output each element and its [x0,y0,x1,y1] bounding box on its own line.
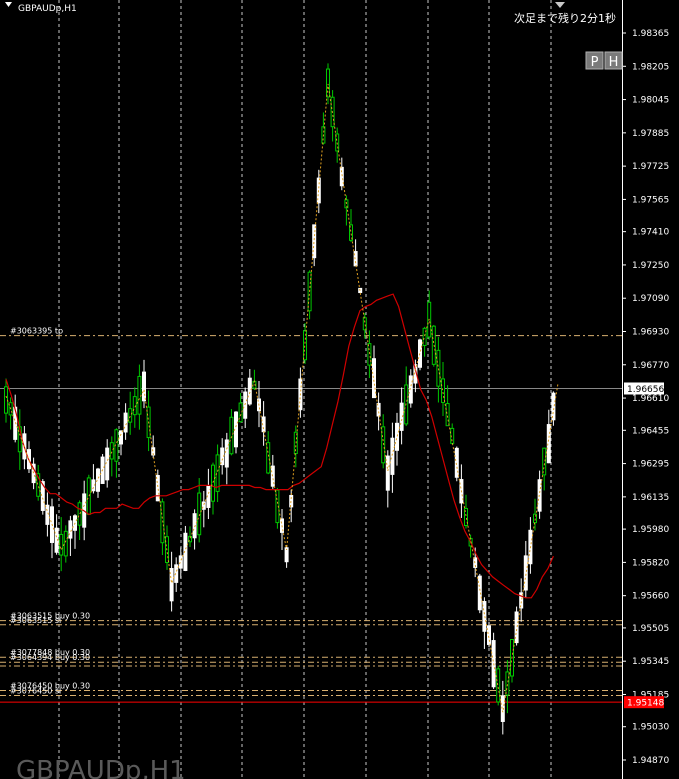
candle-body [247,377,252,405]
candle-body [436,349,441,387]
axis-tick-label: 1.94870 [632,756,669,766]
axis-tick-label: 1.95345 [632,657,669,667]
candles [4,63,556,735]
axis-tick-label: 1.97410 [632,228,669,238]
candle-body [542,447,547,476]
red-price-label: 1.95148 [627,699,664,709]
axis-tick-label: 1.95820 [632,558,669,568]
button-h-label: H [609,55,619,70]
candle-body [197,492,202,536]
axis-tick-label: 1.96770 [632,361,669,371]
axis-tick-label: 1.97090 [632,294,669,304]
axis-tick-label: 1.95505 [632,624,669,634]
axis-tick-label: 1.98365 [632,29,669,39]
candle-body [211,464,215,502]
moving-average [5,293,554,599]
candle-body [229,416,234,455]
candle-body [59,533,64,556]
symbol-label: GBPAUDp,H1 [18,4,77,14]
candle-body [86,477,91,515]
candle-body [77,502,82,526]
axis-tick-label: 1.97250 [632,261,669,271]
candle-body [496,668,501,703]
candle-body [142,371,146,402]
button-p[interactable]: P [585,51,604,70]
axis-tick-label: 1.96135 [632,493,669,503]
price-axis: 1.98365 1.98205 1.98045 1.97885 1.97725 1.975… [622,0,669,779]
candle-body [551,392,556,421]
candle-body [441,378,445,403]
candle-body [505,671,510,696]
timer-marker-icon [555,2,565,8]
watermark: GBPAUDp,H1 [16,756,186,779]
candle-body [109,442,114,460]
candle-body [68,520,73,539]
chart-window[interactable]: #3063395 tp #3063515 buy 0.30 #3063515 sl #… [0,0,679,779]
order-line-label: #3064394 buy 0.30 [10,653,90,662]
candle-body [128,408,133,423]
candle-body [63,530,68,557]
axis-tick-label: 1.95030 [632,723,669,733]
order-line-label: #3076450 sl [10,687,61,696]
shift-marker-icon[interactable] [5,2,12,7]
candle-body [123,412,128,433]
moving-average-line [5,293,554,599]
axis-tick-label: 1.95980 [632,525,669,535]
axis-tick-label: 1.96930 [632,327,669,337]
candle-body [312,224,317,259]
candle-body [160,501,165,544]
axis-tick-label: 1.97885 [632,129,669,139]
next-bar-timer: 次足まで残り2分1秒 [514,11,616,25]
order-line-label: #3063515 sl [10,616,61,625]
axis-tick-label: 1.98205 [632,62,669,72]
axis-tick-label: 1.97565 [632,195,669,205]
axis-tick-label: 1.96610 [632,394,669,404]
candle-body [390,437,395,475]
candle-body [454,447,459,478]
axis-tick-label: 1.95660 [632,592,669,602]
candle-body [119,430,123,445]
button-p-label: P [591,55,599,70]
axis-tick-label: 1.98045 [632,96,669,106]
candle-body [45,504,50,525]
axis-tick-label: 1.97725 [632,162,669,172]
order-line-label: #3063395 tp [10,327,63,336]
candle-body [243,391,248,419]
candle-body [372,358,376,399]
axis-tick-label: 1.96295 [632,460,669,470]
candle-body [362,317,367,331]
candle-body [385,455,390,491]
candle-body [178,555,183,569]
button-h[interactable]: H [604,51,623,70]
candle-body [395,422,399,451]
price-chart[interactable]: #3063395 tp#3063515 buy 0.30#3063515 sl#… [0,0,679,779]
candle-body [224,439,229,468]
axis-tick-label: 1.96455 [632,426,669,436]
candle-body [137,375,142,415]
candle-body [523,555,528,591]
current-price-label: 1.96656 [627,385,664,395]
order-lines: #3063395 tp#3063515 buy 0.30#3063515 sl#… [0,327,622,703]
candle-body [445,403,450,427]
